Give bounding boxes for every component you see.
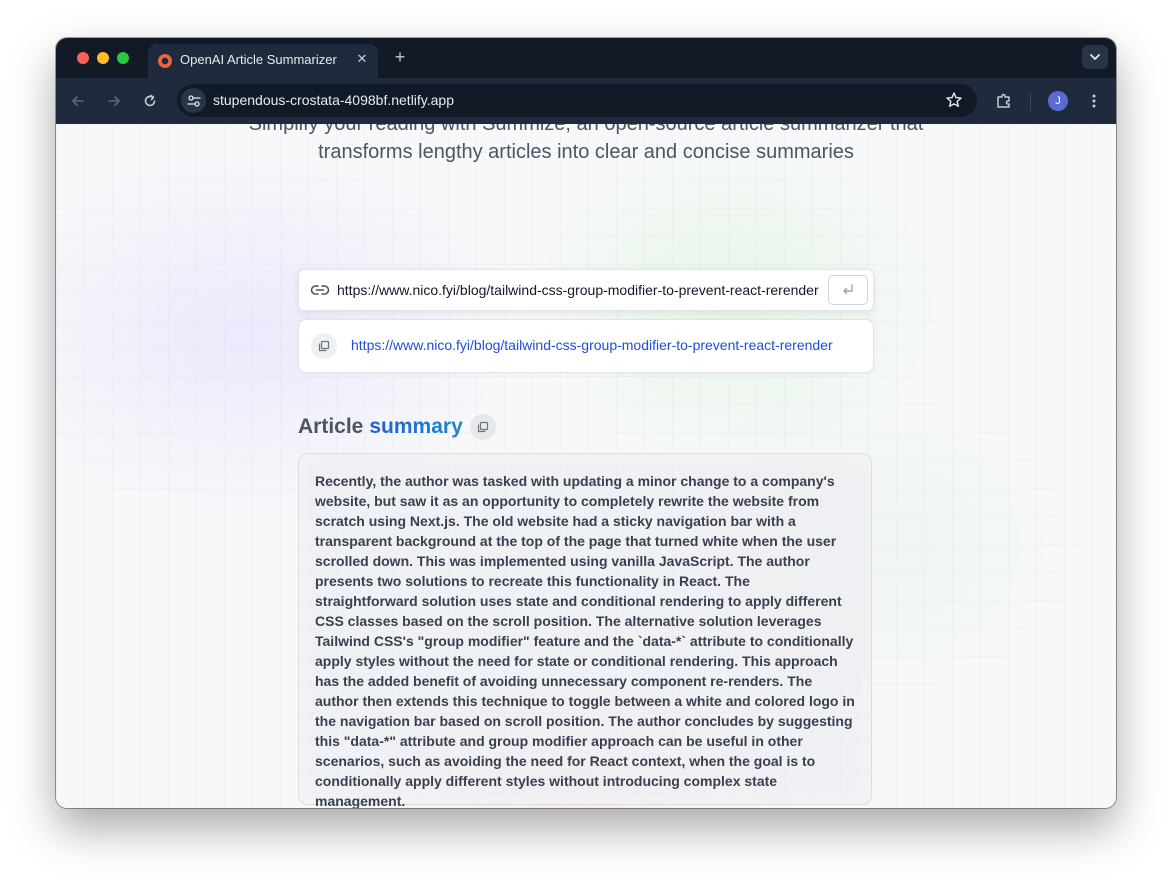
page-subtitle: Simplify your reading with Summize, an o… bbox=[56, 124, 1116, 166]
summary-card: Recently, the author was tasked with upd… bbox=[298, 453, 872, 808]
kebab-menu-icon bbox=[1092, 94, 1096, 108]
enter-icon bbox=[843, 284, 853, 295]
copy-summary-button[interactable] bbox=[469, 414, 496, 440]
zoom-window-button[interactable] bbox=[117, 52, 129, 64]
reload-icon bbox=[144, 94, 156, 107]
chevron-down-icon bbox=[1090, 54, 1100, 60]
close-window-button[interactable] bbox=[77, 52, 89, 64]
address-text: stupendous-crostata-4098bf.netlify.app bbox=[213, 92, 455, 108]
back-button[interactable] bbox=[67, 90, 89, 112]
tab-close-button[interactable]: ✕ bbox=[354, 51, 370, 67]
summary-heading-prefix: Article bbox=[298, 415, 364, 438]
summary-heading: Article summary bbox=[298, 414, 496, 440]
url-form bbox=[298, 269, 874, 311]
star-icon bbox=[946, 92, 962, 107]
puzzle-icon bbox=[997, 93, 1010, 108]
submit-button[interactable] bbox=[828, 275, 868, 305]
copy-history-button[interactable] bbox=[311, 333, 337, 359]
summary-heading-accent: summary bbox=[369, 415, 463, 438]
copy-icon bbox=[318, 340, 330, 352]
history-item[interactable]: https://www.nico.fyi/blog/tailwind-css-g… bbox=[298, 319, 874, 373]
browser-toolbar: stupendous-crostata-4098bf.netlify.app J bbox=[56, 78, 1116, 124]
tab-active[interactable]: OpenAI Article Summarizer ✕ bbox=[148, 44, 378, 78]
new-tab-button[interactable]: + bbox=[390, 47, 410, 67]
browser-menu-button[interactable] bbox=[1083, 90, 1105, 112]
minimize-window-button[interactable] bbox=[97, 52, 109, 64]
bookmark-button[interactable] bbox=[945, 91, 963, 114]
arrow-right-icon bbox=[108, 96, 120, 106]
link-icon bbox=[309, 281, 331, 304]
tune-icon bbox=[186, 94, 201, 107]
subtitle-line-1: Simplify your reading with Summize, an o… bbox=[248, 124, 924, 135]
forward-button[interactable] bbox=[103, 90, 125, 112]
subtitle-line-2: transforms lengthy articles into clear a… bbox=[318, 141, 854, 163]
site-info-button[interactable] bbox=[181, 88, 206, 113]
tab-strip: OpenAI Article Summarizer ✕ + bbox=[56, 38, 1116, 78]
history-link[interactable]: https://www.nico.fyi/blog/tailwind-css-g… bbox=[351, 337, 859, 353]
extensions-button[interactable] bbox=[993, 90, 1015, 112]
favicon-icon bbox=[158, 54, 172, 68]
toolbar-divider bbox=[1030, 93, 1031, 111]
page-content: Simplify your reading with Summize, an o… bbox=[56, 124, 1116, 808]
arrow-left-icon bbox=[72, 96, 84, 106]
tab-title: OpenAI Article Summarizer bbox=[180, 52, 337, 67]
article-url-input[interactable] bbox=[337, 279, 825, 301]
reload-button[interactable] bbox=[139, 90, 161, 112]
tab-search-button[interactable] bbox=[1082, 45, 1108, 69]
address-bar[interactable]: stupendous-crostata-4098bf.netlify.app bbox=[177, 84, 977, 117]
summary-text: Recently, the author was tasked with upd… bbox=[315, 473, 855, 808]
profile-avatar[interactable]: J bbox=[1048, 91, 1068, 111]
copy-icon bbox=[477, 421, 488, 433]
browser-window: OpenAI Article Summarizer ✕ + stupendous… bbox=[56, 38, 1116, 808]
